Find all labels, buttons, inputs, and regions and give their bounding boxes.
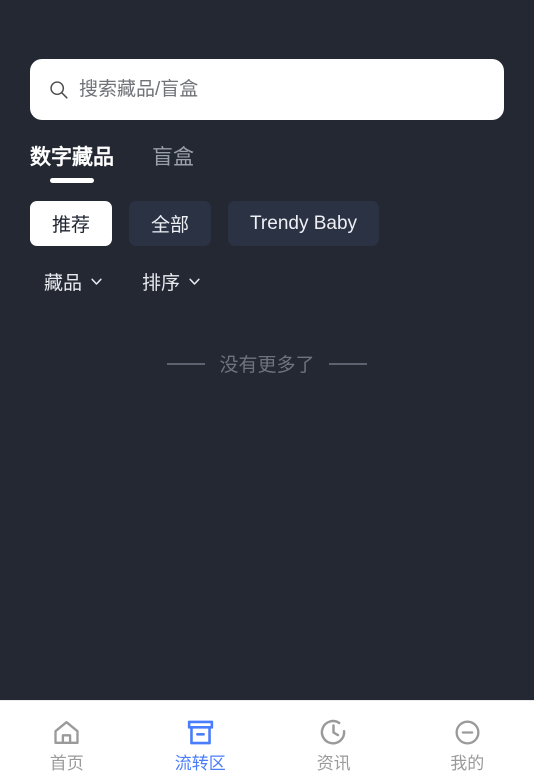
clock-icon xyxy=(320,719,346,745)
chip-all[interactable]: 全部 xyxy=(129,201,212,247)
tab-digital-collectibles[interactable]: 数字藏品 xyxy=(30,146,114,184)
empty-state-text: 没有更多了 xyxy=(219,355,315,377)
filter-label: 排序 xyxy=(142,273,181,295)
nav-item-home[interactable]: 首页 xyxy=(0,701,134,783)
search-section xyxy=(0,59,534,120)
tab-label: 数字藏品 xyxy=(30,146,114,169)
search-icon xyxy=(50,81,68,99)
chip-recommended[interactable]: 推荐 xyxy=(30,201,113,247)
search-bar[interactable] xyxy=(30,59,504,120)
tab-label: 盲盒 xyxy=(152,146,194,169)
nav-label: 流转区 xyxy=(174,753,226,773)
chip-filter-row: 推荐 全部 Trendy Baby xyxy=(0,183,534,247)
nav-item-trading-zone[interactable]: 流转区 xyxy=(134,701,268,783)
nav-item-profile[interactable]: 我的 xyxy=(401,701,534,783)
main-content: 数字藏品 盲盒 推荐 全部 Trendy Baby 藏品 xyxy=(0,0,534,700)
chip-label: 推荐 xyxy=(52,215,91,237)
chevron-down-icon xyxy=(91,278,102,285)
filter-collection[interactable]: 藏品 xyxy=(44,268,104,295)
dropdown-filter-row: 藏品 排序 xyxy=(0,246,534,295)
chip-label: 全部 xyxy=(151,215,190,237)
filter-label: 藏品 xyxy=(44,273,83,295)
circle-minus-icon xyxy=(455,719,480,745)
nav-label: 首页 xyxy=(49,753,84,773)
nav-item-news[interactable]: 资讯 xyxy=(267,701,401,783)
app-root: 数字藏品 盲盒 推荐 全部 Trendy Baby 藏品 xyxy=(0,0,534,783)
filter-sort[interactable]: 排序 xyxy=(142,268,202,295)
chip-label: Trendy Baby xyxy=(250,212,358,234)
chevron-down-icon xyxy=(189,278,200,285)
tab-blind-box[interactable]: 盲盒 xyxy=(152,146,194,183)
empty-state-dash-right xyxy=(328,362,367,365)
home-icon xyxy=(54,720,79,744)
search-input[interactable] xyxy=(79,59,504,120)
empty-state: 没有更多了 xyxy=(0,295,534,377)
archive-box-icon xyxy=(187,720,213,744)
empty-state-dash-left xyxy=(167,362,206,365)
nav-label: 我的 xyxy=(450,753,485,773)
top-tabs: 数字藏品 盲盒 xyxy=(0,120,534,184)
nav-label: 资讯 xyxy=(316,753,351,773)
bottom-navigation: 首页 流转区 资讯 我的 xyxy=(0,700,534,783)
chip-trendy-baby[interactable]: Trendy Baby xyxy=(228,201,380,247)
tab-active-indicator xyxy=(50,178,94,184)
